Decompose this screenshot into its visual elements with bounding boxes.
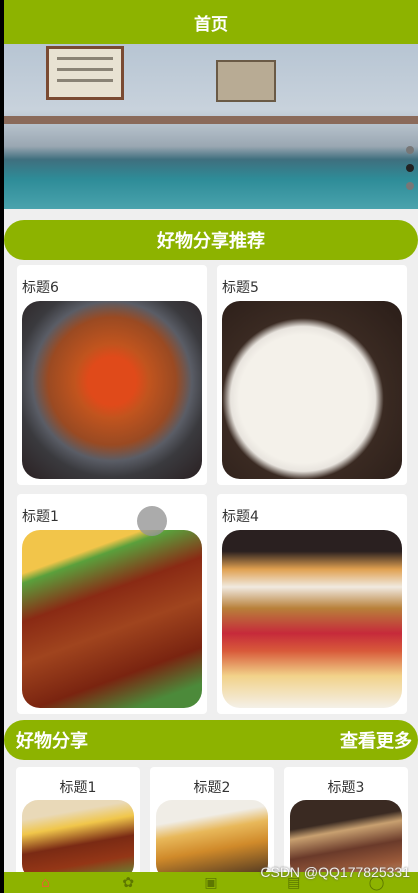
page-header: 首页 — [4, 0, 418, 44]
share-item[interactable]: 标题1 — [16, 767, 140, 880]
category-icon[interactable]: ✿ — [119, 875, 137, 891]
share-item-title: 标题2 — [193, 780, 231, 796]
cart-icon[interactable]: ▣ — [202, 875, 220, 891]
product-card-image — [22, 301, 202, 479]
page-title: 首页 — [194, 14, 228, 35]
product-card[interactable]: 标题1 — [17, 494, 207, 714]
share-item-image — [22, 800, 134, 880]
featured-section-header: 好物分享推荐 — [4, 220, 418, 260]
carousel-indicators[interactable] — [406, 146, 414, 190]
carousel-dot-active[interactable] — [406, 164, 414, 172]
wall-sign-image — [216, 60, 276, 102]
wall-frame-image — [46, 46, 124, 100]
share-section-header: 好物分享 查看更多 — [4, 720, 418, 760]
share-item-title: 标题1 — [59, 780, 97, 796]
share-item[interactable]: 标题3 — [284, 767, 408, 880]
featured-section-title: 好物分享推荐 — [157, 231, 265, 252]
share-section-title: 好物分享 — [16, 731, 88, 752]
carousel-dot[interactable] — [406, 182, 414, 190]
home-icon[interactable]: ⌂ — [36, 875, 54, 891]
share-item-title: 标题3 — [327, 780, 365, 796]
share-item[interactable]: 标题2 — [150, 767, 274, 880]
product-card[interactable]: 标题4 — [217, 494, 407, 714]
product-card-title: 标题4 — [222, 509, 259, 525]
watermark-text: CSDN @QQ177825331 — [260, 864, 410, 880]
touch-indicator — [137, 506, 167, 536]
banner-carousel[interactable] — [4, 44, 418, 209]
product-card-image — [22, 530, 202, 708]
product-card[interactable]: 标题5 — [217, 265, 407, 485]
view-more-link[interactable]: 查看更多 — [340, 727, 412, 753]
product-card-title: 标题1 — [22, 509, 59, 525]
product-card-title: 标题5 — [222, 280, 259, 296]
share-item-image — [156, 800, 268, 880]
banner-ledge — [4, 116, 418, 124]
product-card[interactable]: 标题6 — [17, 265, 207, 485]
carousel-dot[interactable] — [406, 146, 414, 154]
product-card-title: 标题6 — [22, 280, 59, 296]
product-card-image — [222, 301, 402, 479]
product-card-image — [222, 530, 402, 708]
